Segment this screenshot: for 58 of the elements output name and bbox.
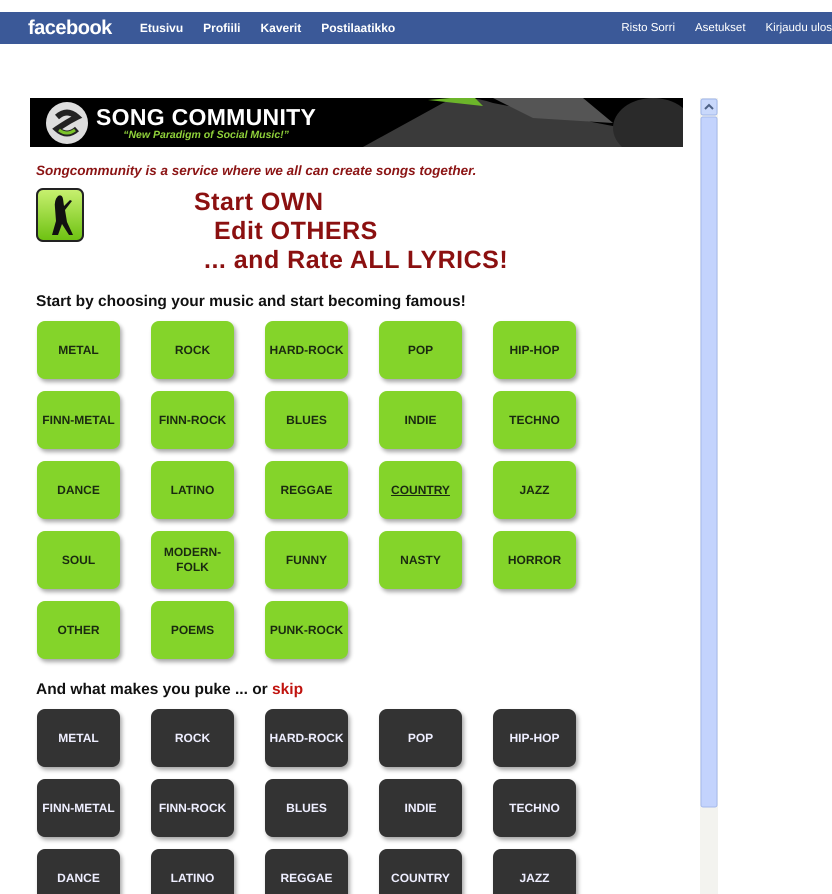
section-heading: And what makes you puke ... or skip xyxy=(36,681,304,699)
slogan-line: Start OWN xyxy=(193,188,324,217)
scrollbar[interactable] xyxy=(700,98,718,894)
section-heading: Start by choosing your music and start becoming famous! xyxy=(36,293,467,311)
genre-button[interactable]: POP xyxy=(379,709,462,767)
slogan-line: Edit OTHERS xyxy=(213,217,379,246)
slogan-line: ... and Rate ALL LYRICS! xyxy=(203,246,508,275)
genre-button[interactable]: PUNK-ROCK xyxy=(265,601,348,659)
account-link[interactable]: Kirjaudu ulos xyxy=(766,22,832,34)
genre-button[interactable]: LATINO xyxy=(151,849,234,894)
genre-button[interactable]: INDIE xyxy=(379,779,462,837)
skip-link[interactable]: skip xyxy=(272,681,304,698)
genre-button[interactable]: HIP-HOP xyxy=(493,321,576,379)
genre-button[interactable]: ROCK xyxy=(151,321,234,379)
genre-button[interactable]: HARD-ROCK xyxy=(265,709,348,767)
logo-icon xyxy=(44,100,90,146)
genre-button[interactable]: POP xyxy=(379,321,462,379)
genre-button[interactable]: FINN-ROCK xyxy=(151,391,234,449)
genre-button[interactable]: OTHER xyxy=(37,601,120,659)
genre-button[interactable]: REGGAE xyxy=(265,849,348,894)
genre-button[interactable]: COUNTRY xyxy=(379,461,462,519)
facebook-logo[interactable]: facebook xyxy=(28,16,112,40)
genre-button[interactable]: MODERN-FOLK xyxy=(151,531,234,589)
genre-button[interactable]: BLUES xyxy=(265,779,348,837)
genre-button[interactable]: POEMS xyxy=(151,601,234,659)
genre-button[interactable]: INDIE xyxy=(379,391,462,449)
genre-button[interactable]: FINN-ROCK xyxy=(151,779,234,837)
genre-button[interactable]: REGGAE xyxy=(265,461,348,519)
genre-button[interactable]: METAL xyxy=(37,709,120,767)
genre-button[interactable]: JAZZ xyxy=(493,849,576,894)
genre-button[interactable]: BLUES xyxy=(265,391,348,449)
guitarist-icon xyxy=(36,188,84,242)
genre-button[interactable]: HIP-HOP xyxy=(493,709,576,767)
genre-button[interactable]: COUNTRY xyxy=(379,849,462,894)
genre-button[interactable]: JAZZ xyxy=(493,461,576,519)
account-link[interactable]: Asetukset xyxy=(695,22,746,34)
genre-button[interactable]: TECHNO xyxy=(493,779,576,837)
banner-title: SONG COMMUNITY xyxy=(96,104,316,128)
genre-button[interactable]: FINN-METAL xyxy=(37,391,120,449)
genre-button[interactable]: NASTY xyxy=(379,531,462,589)
genre-button[interactable]: ROCK xyxy=(151,709,234,767)
genre-button[interactable]: FUNNY xyxy=(265,531,348,589)
account-link[interactable]: Risto Sorri xyxy=(621,22,676,34)
genre-button[interactable]: DANCE xyxy=(37,849,120,894)
genre-button[interactable]: SOUL xyxy=(37,531,120,589)
nav-link[interactable]: Kaverit xyxy=(260,21,302,35)
nav-link[interactable]: Postilaatikko xyxy=(321,21,396,35)
genre-button[interactable]: HORROR xyxy=(493,531,576,589)
genre-button[interactable]: DANCE xyxy=(37,461,120,519)
genre-button[interactable]: TECHNO xyxy=(493,391,576,449)
banner-tagline: “New Paradigm of Social Music!” xyxy=(123,128,289,140)
genre-button[interactable]: HARD-ROCK xyxy=(265,321,348,379)
intro-text: Songcommunity is a service where we all can create songs together. xyxy=(36,163,478,178)
nav-link[interactable]: Profiili xyxy=(203,21,240,35)
nav-link[interactable]: Etusivu xyxy=(140,21,184,35)
genre-button[interactable]: METAL xyxy=(37,321,120,379)
genre-button[interactable]: FINN-METAL xyxy=(37,779,120,837)
genre-button[interactable]: LATINO xyxy=(151,461,234,519)
